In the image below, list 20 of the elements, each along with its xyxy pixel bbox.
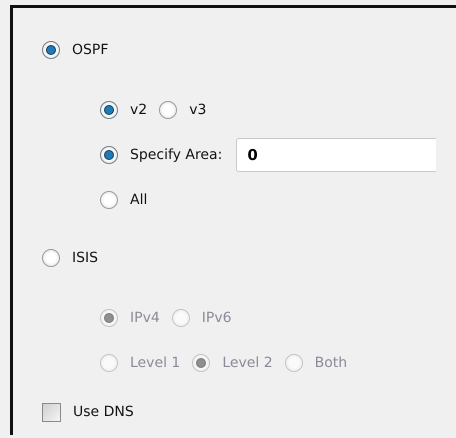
option-label: Specify Area: <box>130 147 222 163</box>
option-label: v3 <box>189 102 206 118</box>
checkbox-label: Use DNS <box>73 404 134 420</box>
option-label: ISIS <box>72 250 98 266</box>
radio-button[interactable] <box>100 191 118 209</box>
option-label: IPv4 <box>130 310 160 326</box>
option-label: All <box>130 192 148 208</box>
option-label: Level 1 <box>130 355 180 371</box>
radio-button[interactable] <box>100 101 118 119</box>
option-label: OSPF <box>72 42 108 58</box>
checkbox[interactable] <box>42 402 61 422</box>
option-label: Level 2 <box>222 355 273 371</box>
option-label: Both <box>314 355 348 371</box>
area-input-field[interactable]: 0 <box>236 138 436 172</box>
option-label: IPv6 <box>202 310 232 326</box>
radio-button[interactable] <box>159 101 178 119</box>
option-label: v2 <box>130 102 148 118</box>
radio-button[interactable] <box>100 146 118 164</box>
radio-button[interactable] <box>42 249 60 267</box>
radio-button[interactable] <box>42 41 60 59</box>
